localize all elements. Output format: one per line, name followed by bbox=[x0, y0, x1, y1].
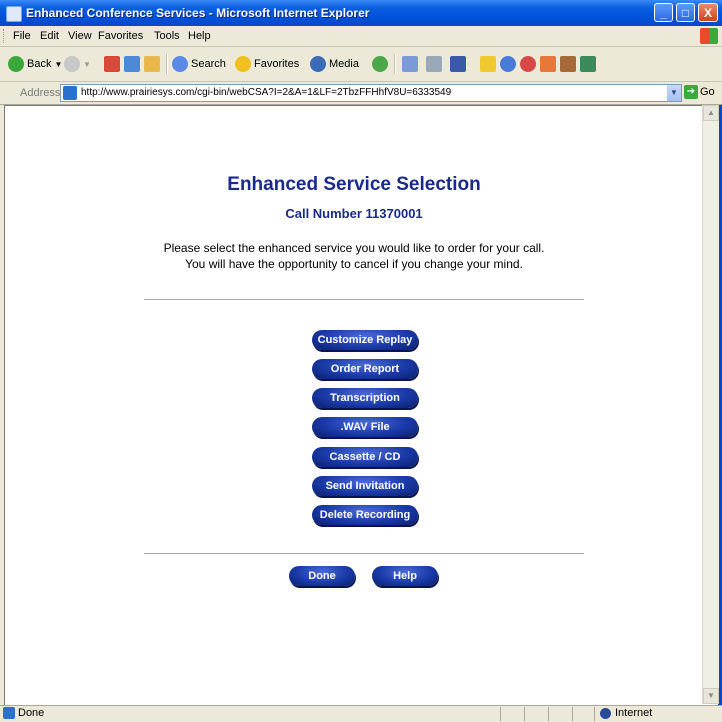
discuss-button[interactable] bbox=[480, 56, 496, 72]
security-zone: Internet bbox=[615, 707, 653, 719]
standard-toolbar: Back ▼ ▼ Search Favorites Media bbox=[0, 47, 722, 82]
extra-button[interactable] bbox=[560, 56, 576, 72]
status-page-icon bbox=[3, 707, 15, 719]
menu-edit[interactable]: Edit bbox=[40, 30, 59, 42]
scroll-up-icon[interactable]: ▲ bbox=[703, 105, 719, 121]
refresh-button[interactable] bbox=[124, 56, 140, 72]
done-button[interactable]: Done bbox=[289, 566, 355, 586]
menu-tools[interactable]: Tools bbox=[154, 30, 180, 42]
messenger-icon bbox=[500, 56, 516, 72]
help-button[interactable]: Help bbox=[372, 566, 438, 586]
menu-help[interactable]: Help bbox=[188, 30, 211, 42]
cassette-cd-button[interactable]: Cassette / CD bbox=[312, 447, 418, 467]
page-title: Enhanced Service Selection bbox=[227, 174, 481, 195]
address-label: Address bbox=[20, 87, 61, 99]
window-title: Enhanced Conference Services - Microsoft… bbox=[26, 6, 370, 20]
windows-logo-icon bbox=[700, 28, 718, 44]
transcription-button[interactable]: Transcription bbox=[312, 388, 418, 408]
send-invitation-button[interactable]: Send Invitation bbox=[312, 476, 418, 496]
forward-dropdown-icon: ▼ bbox=[83, 59, 91, 69]
vertical-scrollbar[interactable]: ▲ ▼ bbox=[702, 105, 719, 704]
go-label: Go bbox=[700, 86, 715, 98]
menu-view[interactable]: View bbox=[68, 30, 92, 42]
search-icon bbox=[172, 56, 188, 72]
customize-replay-button[interactable]: Customize Replay bbox=[312, 330, 418, 350]
divider-bottom bbox=[144, 553, 584, 554]
back-button[interactable]: Back ▼ bbox=[8, 56, 62, 72]
status-divider bbox=[548, 707, 549, 721]
status-bar: Done Internet bbox=[0, 705, 722, 722]
divider-top bbox=[144, 299, 584, 300]
stop-button[interactable] bbox=[104, 56, 120, 72]
edit-button[interactable] bbox=[450, 56, 466, 72]
instructions-line-2: You will have the opportunity to cancel … bbox=[185, 257, 523, 271]
extra-icon bbox=[560, 56, 576, 72]
status-text: Done bbox=[18, 707, 45, 719]
status-divider bbox=[572, 707, 573, 721]
home-icon bbox=[144, 56, 160, 72]
minimize-button[interactable]: _ bbox=[654, 3, 673, 22]
go-button[interactable]: ➔ Go bbox=[684, 85, 715, 99]
back-arrow-icon bbox=[8, 56, 24, 72]
messenger-button[interactable] bbox=[500, 56, 516, 72]
maximize-button[interactable]: □ bbox=[676, 3, 695, 22]
menu-favorites[interactable]: Favorites bbox=[98, 30, 143, 42]
favorites-label: Favorites bbox=[254, 58, 300, 70]
forward-arrow-icon bbox=[64, 56, 80, 72]
ie-app-icon bbox=[6, 6, 22, 22]
print-button[interactable] bbox=[426, 56, 442, 72]
menu-grip bbox=[3, 29, 6, 43]
status-divider bbox=[594, 707, 595, 721]
instructions-line-1: Please select the enhanced service you w… bbox=[163, 241, 545, 255]
mail-icon bbox=[402, 56, 418, 72]
history-button[interactable] bbox=[372, 56, 388, 72]
stop-icon bbox=[104, 56, 120, 72]
media-icon bbox=[310, 56, 326, 72]
media-label: Media bbox=[329, 58, 359, 70]
research-icon bbox=[520, 56, 536, 72]
menu-bar: File Edit View Favorites Tools Help bbox=[0, 26, 722, 47]
extra-button[interactable] bbox=[580, 56, 596, 72]
search-button[interactable]: Search bbox=[172, 56, 226, 72]
forward-button[interactable]: ▼ bbox=[64, 56, 91, 72]
delete-recording-button[interactable]: Delete Recording bbox=[312, 505, 418, 525]
menu-file[interactable]: File bbox=[13, 30, 31, 42]
address-dropdown-icon[interactable]: ▼ bbox=[667, 85, 681, 101]
window-titlebar: Enhanced Conference Services - Microsoft… bbox=[0, 0, 722, 26]
instructions: Please select the enhanced service you w… bbox=[5, 240, 703, 272]
back-dropdown-icon: ▼ bbox=[54, 59, 63, 69]
close-button[interactable]: X bbox=[698, 3, 718, 22]
favorites-button[interactable]: Favorites bbox=[235, 56, 299, 72]
research-button[interactable] bbox=[520, 56, 536, 72]
toolbar-separator bbox=[166, 53, 168, 75]
tool-button[interactable] bbox=[540, 56, 556, 72]
toolbar-separator bbox=[394, 53, 396, 75]
call-number: Call Number 11370001 bbox=[285, 206, 423, 221]
status-divider bbox=[524, 707, 525, 721]
address-url: http://www.prairiesys.com/cgi-bin/webCSA… bbox=[81, 87, 452, 98]
go-arrow-icon: ➔ bbox=[684, 85, 698, 99]
home-button[interactable] bbox=[144, 56, 160, 72]
page-content: Enhanced Service Selection Call Number 1… bbox=[4, 105, 703, 705]
scroll-down-icon[interactable]: ▼ bbox=[703, 688, 719, 704]
order-report-button[interactable]: Order Report bbox=[312, 359, 418, 379]
wav-file-button[interactable]: .WAV File bbox=[312, 417, 418, 437]
search-label: Search bbox=[191, 58, 226, 70]
extra-icon bbox=[580, 56, 596, 72]
favorites-star-icon bbox=[235, 56, 251, 72]
internet-zone-icon bbox=[600, 708, 611, 719]
history-icon bbox=[372, 56, 388, 72]
address-bar: Address http://www.prairiesys.com/cgi-bi… bbox=[0, 82, 722, 105]
media-button[interactable]: Media bbox=[310, 56, 359, 72]
print-icon bbox=[426, 56, 442, 72]
back-label: Back bbox=[27, 58, 52, 70]
page-icon bbox=[63, 86, 77, 100]
mail-button[interactable] bbox=[402, 56, 418, 72]
tool-icon bbox=[540, 56, 556, 72]
refresh-icon bbox=[124, 56, 140, 72]
status-divider bbox=[500, 707, 501, 721]
discuss-icon bbox=[480, 56, 496, 72]
edit-icon bbox=[450, 56, 466, 72]
address-input[interactable]: http://www.prairiesys.com/cgi-bin/webCSA… bbox=[60, 84, 682, 102]
